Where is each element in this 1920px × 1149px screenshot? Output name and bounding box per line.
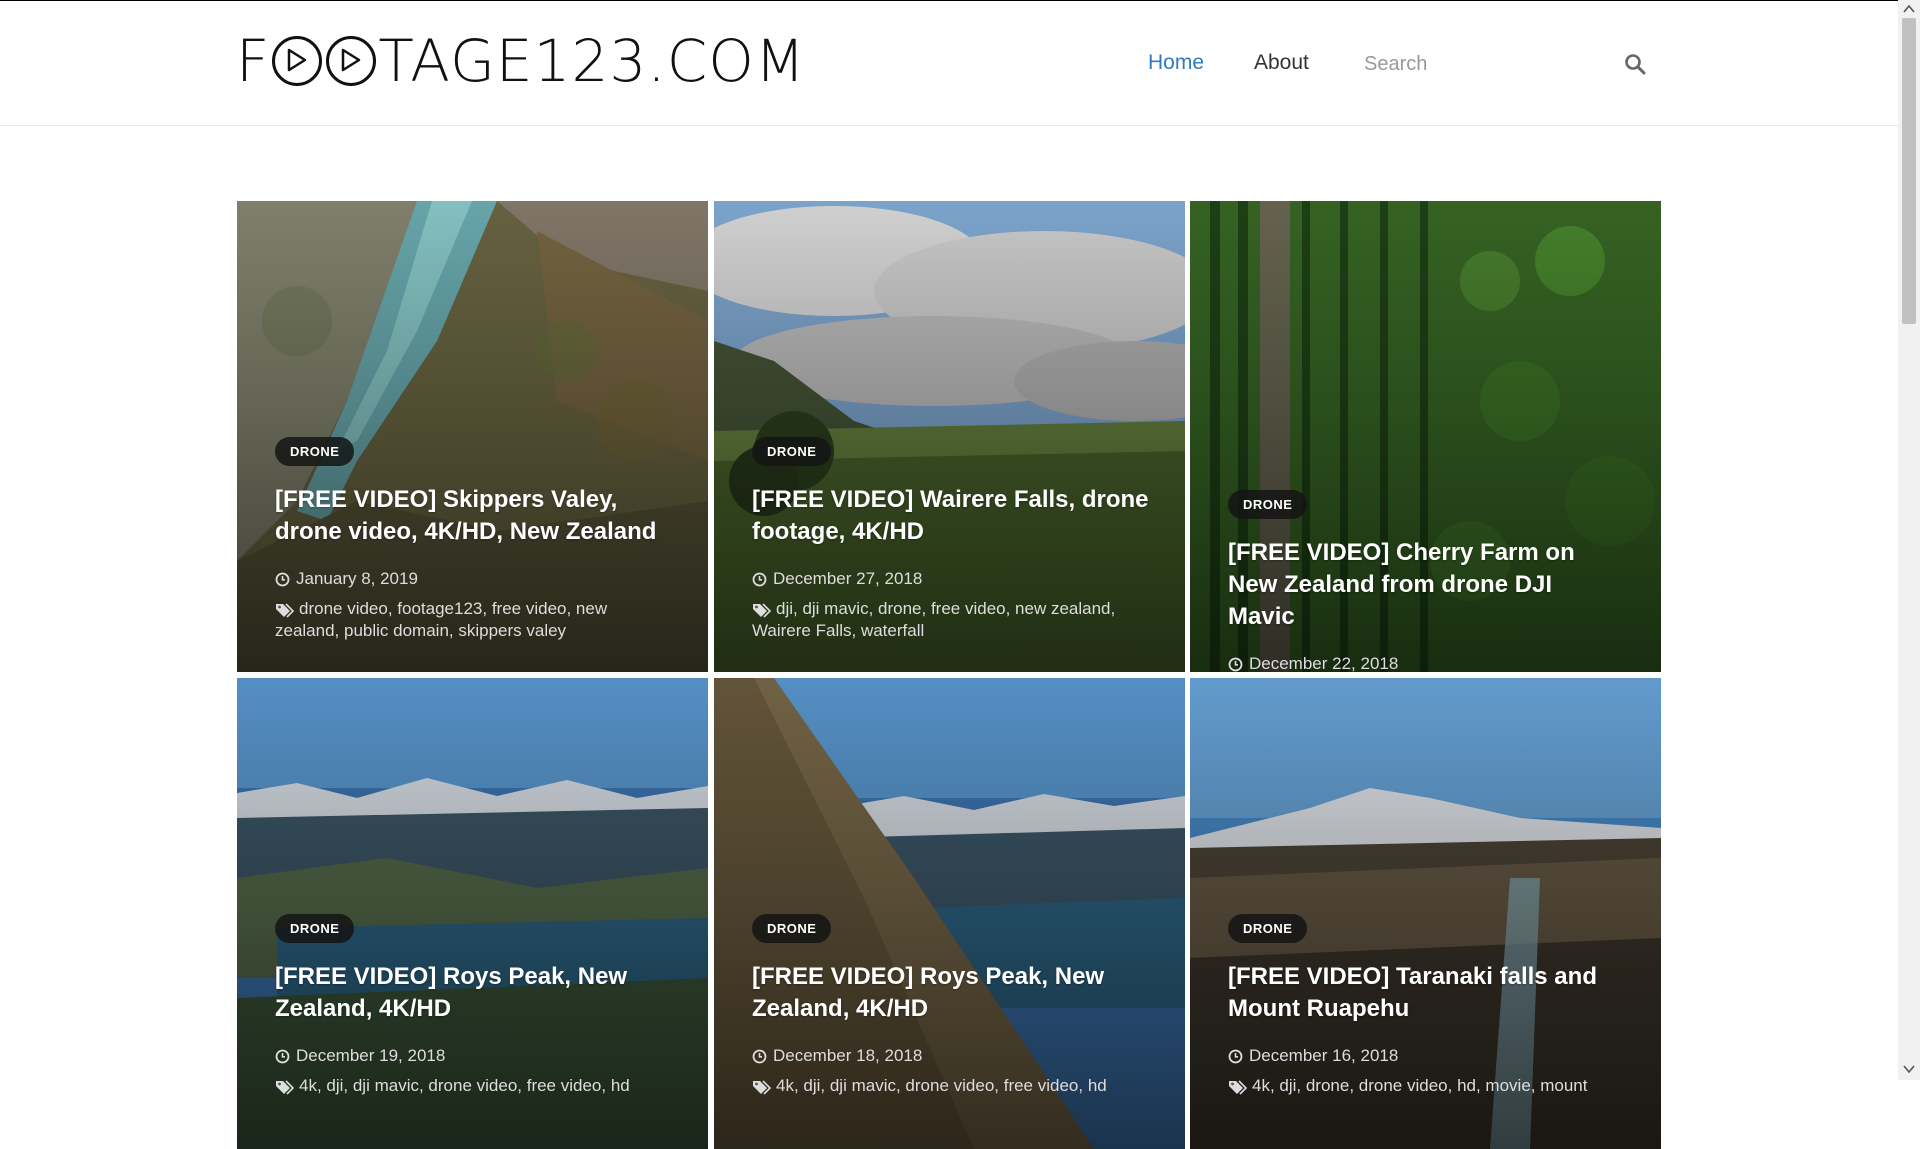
category-badge[interactable]: DRONE xyxy=(1228,490,1308,519)
post-title[interactable]: [FREE VIDEO] Roys Peak, New Zealand, 4K/… xyxy=(275,961,672,1025)
post-date: January 8, 2019 xyxy=(275,568,672,590)
tags-icon xyxy=(753,1079,772,1095)
play-icon xyxy=(272,36,323,86)
clock-icon xyxy=(752,1049,767,1063)
post-tags: drone video, footage123, free video, new… xyxy=(275,598,672,642)
nav-home-link[interactable]: Home xyxy=(1148,51,1204,75)
post-card[interactable]: DRONE [FREE VIDEO] Roys Peak, New Zealan… xyxy=(237,678,708,1149)
post-tags-text[interactable]: 4k, dji, drone, drone video, hd, movie, … xyxy=(1252,1076,1587,1095)
scroll-up-icon[interactable] xyxy=(1903,4,1915,14)
nav-about-link[interactable]: About xyxy=(1254,51,1309,75)
play-icon xyxy=(326,36,377,86)
post-tags: 4k, dji, dji mavic, drone video, free vi… xyxy=(275,1075,672,1097)
post-content: DRONE [FREE VIDEO] Cherry Farm on New Ze… xyxy=(1228,490,1625,672)
tags-icon xyxy=(1229,1079,1248,1095)
post-card[interactable]: DRONE [FREE VIDEO] Skippers Valey, drone… xyxy=(237,201,708,672)
search-input[interactable] xyxy=(1362,45,1606,83)
post-title[interactable]: [FREE VIDEO] Roys Peak, New Zealand, 4K/… xyxy=(752,961,1149,1025)
tags-icon xyxy=(276,602,295,618)
post-content: DRONE [FREE VIDEO] Roys Peak, New Zealan… xyxy=(752,914,1149,1097)
post-date: December 18, 2018 xyxy=(752,1045,1149,1067)
post-tags-text[interactable]: dji, dji mavic, drone, free video, new z… xyxy=(752,599,1115,640)
category-badge[interactable]: DRONE xyxy=(275,914,355,943)
tags-icon xyxy=(753,602,772,618)
clock-icon xyxy=(1228,657,1243,671)
category-badge[interactable]: DRONE xyxy=(275,437,355,466)
post-tags-text[interactable]: 4k, dji, dji mavic, drone video, free vi… xyxy=(776,1076,1107,1095)
post-date: December 22, 2018 xyxy=(1228,653,1625,672)
post-date-text: December 19, 2018 xyxy=(296,1046,446,1065)
clock-icon xyxy=(275,572,290,586)
tags-icon xyxy=(276,1079,295,1095)
post-title[interactable]: [FREE VIDEO] Wairere Falls, drone footag… xyxy=(752,484,1149,548)
clock-icon xyxy=(752,572,767,586)
post-date-text: December 22, 2018 xyxy=(1249,654,1399,672)
post-card[interactable]: DRONE [FREE VIDEO] Wairere Falls, drone … xyxy=(714,201,1185,672)
post-date-text: December 16, 2018 xyxy=(1249,1046,1399,1065)
post-tags: 4k, dji, dji mavic, drone video, free vi… xyxy=(752,1075,1149,1097)
post-tags-text[interactable]: 4k, dji, dji mavic, drone video, free vi… xyxy=(299,1076,630,1095)
post-date-text: January 8, 2019 xyxy=(296,569,418,588)
post-date-text: December 18, 2018 xyxy=(773,1046,923,1065)
post-title[interactable]: [FREE VIDEO] Taranaki falls and Mount Ru… xyxy=(1228,961,1625,1025)
post-tags: 4k, dji, drone, drone video, hd, movie, … xyxy=(1228,1075,1625,1097)
post-date: December 19, 2018 xyxy=(275,1045,672,1067)
post-date: December 27, 2018 xyxy=(752,568,1149,590)
logo-wordmark: F TAGE123.COM xyxy=(236,27,806,95)
scrollbar-thumb[interactable] xyxy=(1902,18,1916,324)
post-title[interactable]: [FREE VIDEO] Skippers Valey, drone video… xyxy=(275,484,672,548)
post-tags-text[interactable]: drone video, footage123, free video, new… xyxy=(275,599,607,640)
scrollbar[interactable] xyxy=(1898,0,1920,1080)
clock-icon xyxy=(1228,1049,1243,1063)
post-date-text: December 27, 2018 xyxy=(773,569,923,588)
category-badge[interactable]: DRONE xyxy=(752,914,832,943)
site-header: F TAGE123.COM Home About xyxy=(0,1,1898,126)
post-content: DRONE [FREE VIDEO] Wairere Falls, drone … xyxy=(752,437,1149,642)
post-tags: dji, dji mavic, drone, free video, new z… xyxy=(752,598,1149,642)
site-logo[interactable]: F TAGE123.COM xyxy=(236,27,806,95)
post-content: DRONE [FREE VIDEO] Roys Peak, New Zealan… xyxy=(275,914,672,1097)
post-card[interactable]: DRONE [FREE VIDEO] Cherry Farm on New Ze… xyxy=(1190,201,1661,672)
post-card[interactable]: DRONE [FREE VIDEO] Taranaki falls and Mo… xyxy=(1190,678,1661,1149)
post-content: DRONE [FREE VIDEO] Taranaki falls and Mo… xyxy=(1228,914,1625,1097)
post-date: December 16, 2018 xyxy=(1228,1045,1625,1067)
search-icon[interactable] xyxy=(1624,53,1646,75)
post-title[interactable]: [FREE VIDEO] Cherry Farm on New Zealand … xyxy=(1228,537,1625,633)
post-card[interactable]: DRONE [FREE VIDEO] Roys Peak, New Zealan… xyxy=(714,678,1185,1149)
clock-icon xyxy=(275,1049,290,1063)
category-badge[interactable]: DRONE xyxy=(1228,914,1308,943)
post-content: DRONE [FREE VIDEO] Skippers Valey, drone… xyxy=(275,437,672,642)
scroll-down-icon[interactable] xyxy=(1903,1064,1915,1074)
category-badge[interactable]: DRONE xyxy=(752,437,832,466)
